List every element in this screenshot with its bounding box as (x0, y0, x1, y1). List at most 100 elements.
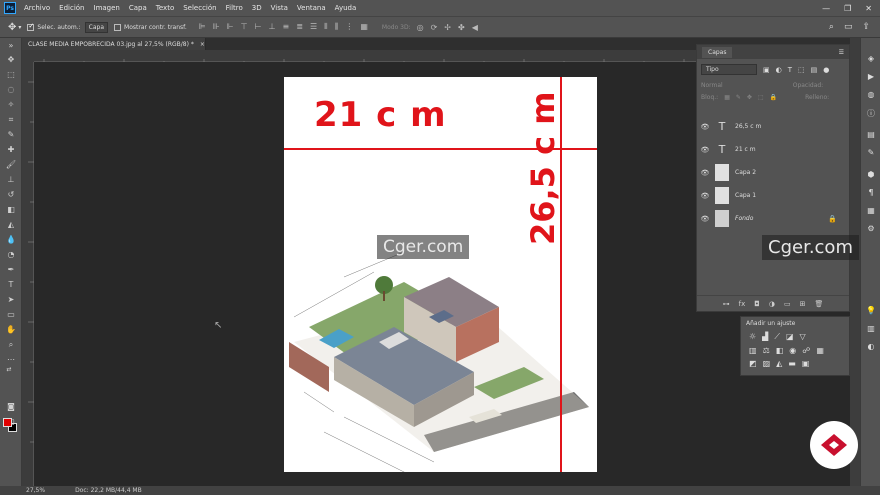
photo-filter-icon[interactable]: ◉ (789, 346, 796, 355)
lasso-tool-icon[interactable]: ◌ (4, 84, 18, 95)
exposure-icon[interactable]: ◪ (786, 332, 794, 342)
panel-collapse-icon[interactable]: » (4, 40, 18, 51)
magic-wand-tool-icon[interactable]: ✧ (4, 99, 18, 110)
search-icon[interactable]: ⌕ (829, 22, 834, 32)
new-adjustment-icon[interactable]: ◑ (769, 300, 775, 308)
invert-icon[interactable]: ◩ (749, 359, 757, 368)
type-tool-icon[interactable]: T (4, 279, 18, 290)
layers-tab[interactable]: Capas (702, 46, 733, 58)
align-middle-icon[interactable]: ⊢ (255, 22, 262, 32)
layer-row[interactable]: 👁 Capa 2 (697, 161, 849, 184)
distribute-bottom-icon[interactable]: ☰ (310, 22, 317, 32)
distribute-center-icon[interactable]: ⫼ (335, 22, 339, 32)
link-layers-icon[interactable]: ⊶ (723, 300, 730, 308)
lock-move-icon[interactable]: ✥ (747, 94, 752, 101)
dodge-tool-icon[interactable]: ◔ (4, 249, 18, 260)
3d-icon[interactable]: ⬢ (865, 170, 877, 182)
close-icon[interactable]: ✕ (865, 4, 872, 13)
libraries-icon[interactable]: ▥ (865, 324, 877, 336)
distribute-left-icon[interactable]: ⦀ (324, 22, 328, 32)
zoom-level[interactable]: 27,5% (26, 487, 45, 494)
visibility-eye-icon[interactable]: 👁 (697, 215, 713, 223)
brightness-icon[interactable]: ☼ (749, 332, 756, 342)
menu-filtro[interactable]: Filtro (226, 4, 243, 12)
posterize-icon[interactable]: ▨ (763, 359, 771, 368)
menu-vista[interactable]: Vista (271, 4, 288, 12)
document-canvas[interactable]: 21 c m 26,5 c m (284, 77, 597, 472)
fill-label[interactable]: Relleno: (805, 94, 829, 101)
visibility-eye-icon[interactable]: 👁 (697, 123, 713, 131)
clone-stamp-tool-icon[interactable]: ⊥ (4, 174, 18, 185)
color-lookup-icon[interactable]: ▦ (816, 346, 824, 355)
lock-transparent-icon[interactable]: ▦ (724, 94, 730, 101)
delete-layer-icon[interactable]: 🗑 (814, 300, 823, 308)
roll-3d-icon[interactable]: ⟳ (431, 23, 438, 32)
restore-icon[interactable]: ❐ (844, 4, 851, 13)
adjustments-panel-icon[interactable]: ◐ (865, 342, 877, 354)
new-group-icon[interactable]: ▭ (784, 300, 791, 308)
auto-select-dropdown[interactable]: Capa (84, 21, 109, 33)
gradient-map-icon[interactable]: ▬ (788, 359, 796, 368)
filter-adjustment-icon[interactable]: ◐ (776, 66, 782, 74)
minimize-icon[interactable]: — (822, 4, 830, 13)
curves-icon[interactable]: ⟋ (774, 332, 780, 342)
menu-edicion[interactable]: Edición (59, 4, 84, 12)
visibility-eye-icon[interactable]: 👁 (697, 146, 713, 154)
pan-3d-icon[interactable]: ✢ (444, 23, 451, 32)
blend-mode-dropdown[interactable]: Normal (701, 82, 723, 89)
menu-ventana[interactable]: Ventana (297, 4, 326, 12)
hand-tool-icon[interactable]: ✋ (4, 324, 18, 335)
document-tab[interactable]: CLASE MEDIA EMPOBRECIDA 03.jpg al 27,5% … (22, 38, 206, 50)
filter-smart-object-icon[interactable]: ▤ (811, 66, 818, 74)
align-top-icon[interactable]: ⊤ (241, 22, 248, 32)
rectangle-tool-icon[interactable]: ▭ (4, 309, 18, 320)
align-right-icon[interactable]: ⊩ (227, 22, 234, 32)
align-left-icon[interactable]: ⊫ (199, 22, 206, 32)
visibility-eye-icon[interactable]: 👁 (697, 192, 713, 200)
layer-style-icon[interactable]: fx (739, 300, 746, 308)
layer-row[interactable]: 👁 T 26,5 c m (697, 115, 849, 138)
hue-saturation-icon[interactable]: ▥ (749, 346, 757, 355)
levels-icon[interactable]: ▟ (762, 332, 768, 342)
vibrance-icon[interactable]: ▽ (800, 332, 806, 342)
layer-row[interactable]: 👁 Fondo 🔒 (697, 207, 849, 230)
marquee-tool-icon[interactable]: ⬚ (4, 69, 18, 80)
eyedropper-tool-icon[interactable]: ✎ (4, 129, 18, 140)
healing-brush-tool-icon[interactable]: ✚ (4, 144, 18, 155)
layer-row[interactable]: 👁 Capa 1 (697, 184, 849, 207)
scale-3d-icon[interactable]: ◀ (472, 23, 478, 32)
tool-preset-chevron-icon[interactable]: ▾ (18, 24, 21, 31)
menu-3d[interactable]: 3D (252, 4, 262, 12)
swap-colors-icon[interactable]: ⇄ (2, 364, 16, 375)
move-tool-icon[interactable]: ✥ (8, 22, 16, 33)
menu-seleccion[interactable]: Selección (183, 4, 216, 12)
layer-row[interactable]: 👁 T 21 c m (697, 138, 849, 161)
info-icon[interactable]: ⓘ (865, 108, 877, 120)
new-layer-icon[interactable]: ⊞ (800, 300, 806, 308)
workspace-icon[interactable]: ▭ (844, 22, 853, 32)
threshold-icon[interactable]: ◭ (776, 359, 782, 368)
swatches-icon[interactable]: ▦ (865, 206, 877, 218)
brush-tool-icon[interactable]: 🖌 (4, 159, 18, 170)
paragraph-icon[interactable]: ¶ (865, 188, 877, 200)
visibility-eye-icon[interactable]: 👁 (697, 169, 713, 177)
height-label[interactable]: 26,5 c m (524, 91, 562, 245)
blur-tool-icon[interactable]: 💧 (4, 234, 18, 245)
auto-align-icon[interactable]: ▦ (360, 22, 368, 32)
path-selection-tool-icon[interactable]: ➤ (4, 294, 18, 305)
menu-ayuda[interactable]: Ayuda (335, 4, 357, 12)
width-label[interactable]: 21 c m (314, 95, 447, 135)
ruler-vertical[interactable] (22, 62, 34, 486)
photoshop-logo-icon[interactable]: Ps (4, 2, 16, 14)
channel-mixer-icon[interactable]: ☍ (802, 346, 810, 355)
history-icon[interactable]: ▤ (865, 130, 877, 142)
color-balance-icon[interactable]: ⚖ (763, 346, 770, 355)
brush-settings-icon[interactable]: ✎ (865, 148, 877, 160)
align-bottom-icon[interactable]: ⊥ (269, 22, 276, 32)
menu-imagen[interactable]: Imagen (94, 4, 120, 12)
document-info[interactable]: Doc: 22,2 MB/44,4 MB (75, 487, 142, 494)
panel-menu-icon[interactable]: ☰ (839, 49, 844, 56)
add-mask-icon[interactable]: ◘ (754, 300, 760, 308)
distribute-top-icon[interactable]: ≡ (283, 22, 290, 32)
menu-texto[interactable]: Texto (156, 4, 174, 12)
